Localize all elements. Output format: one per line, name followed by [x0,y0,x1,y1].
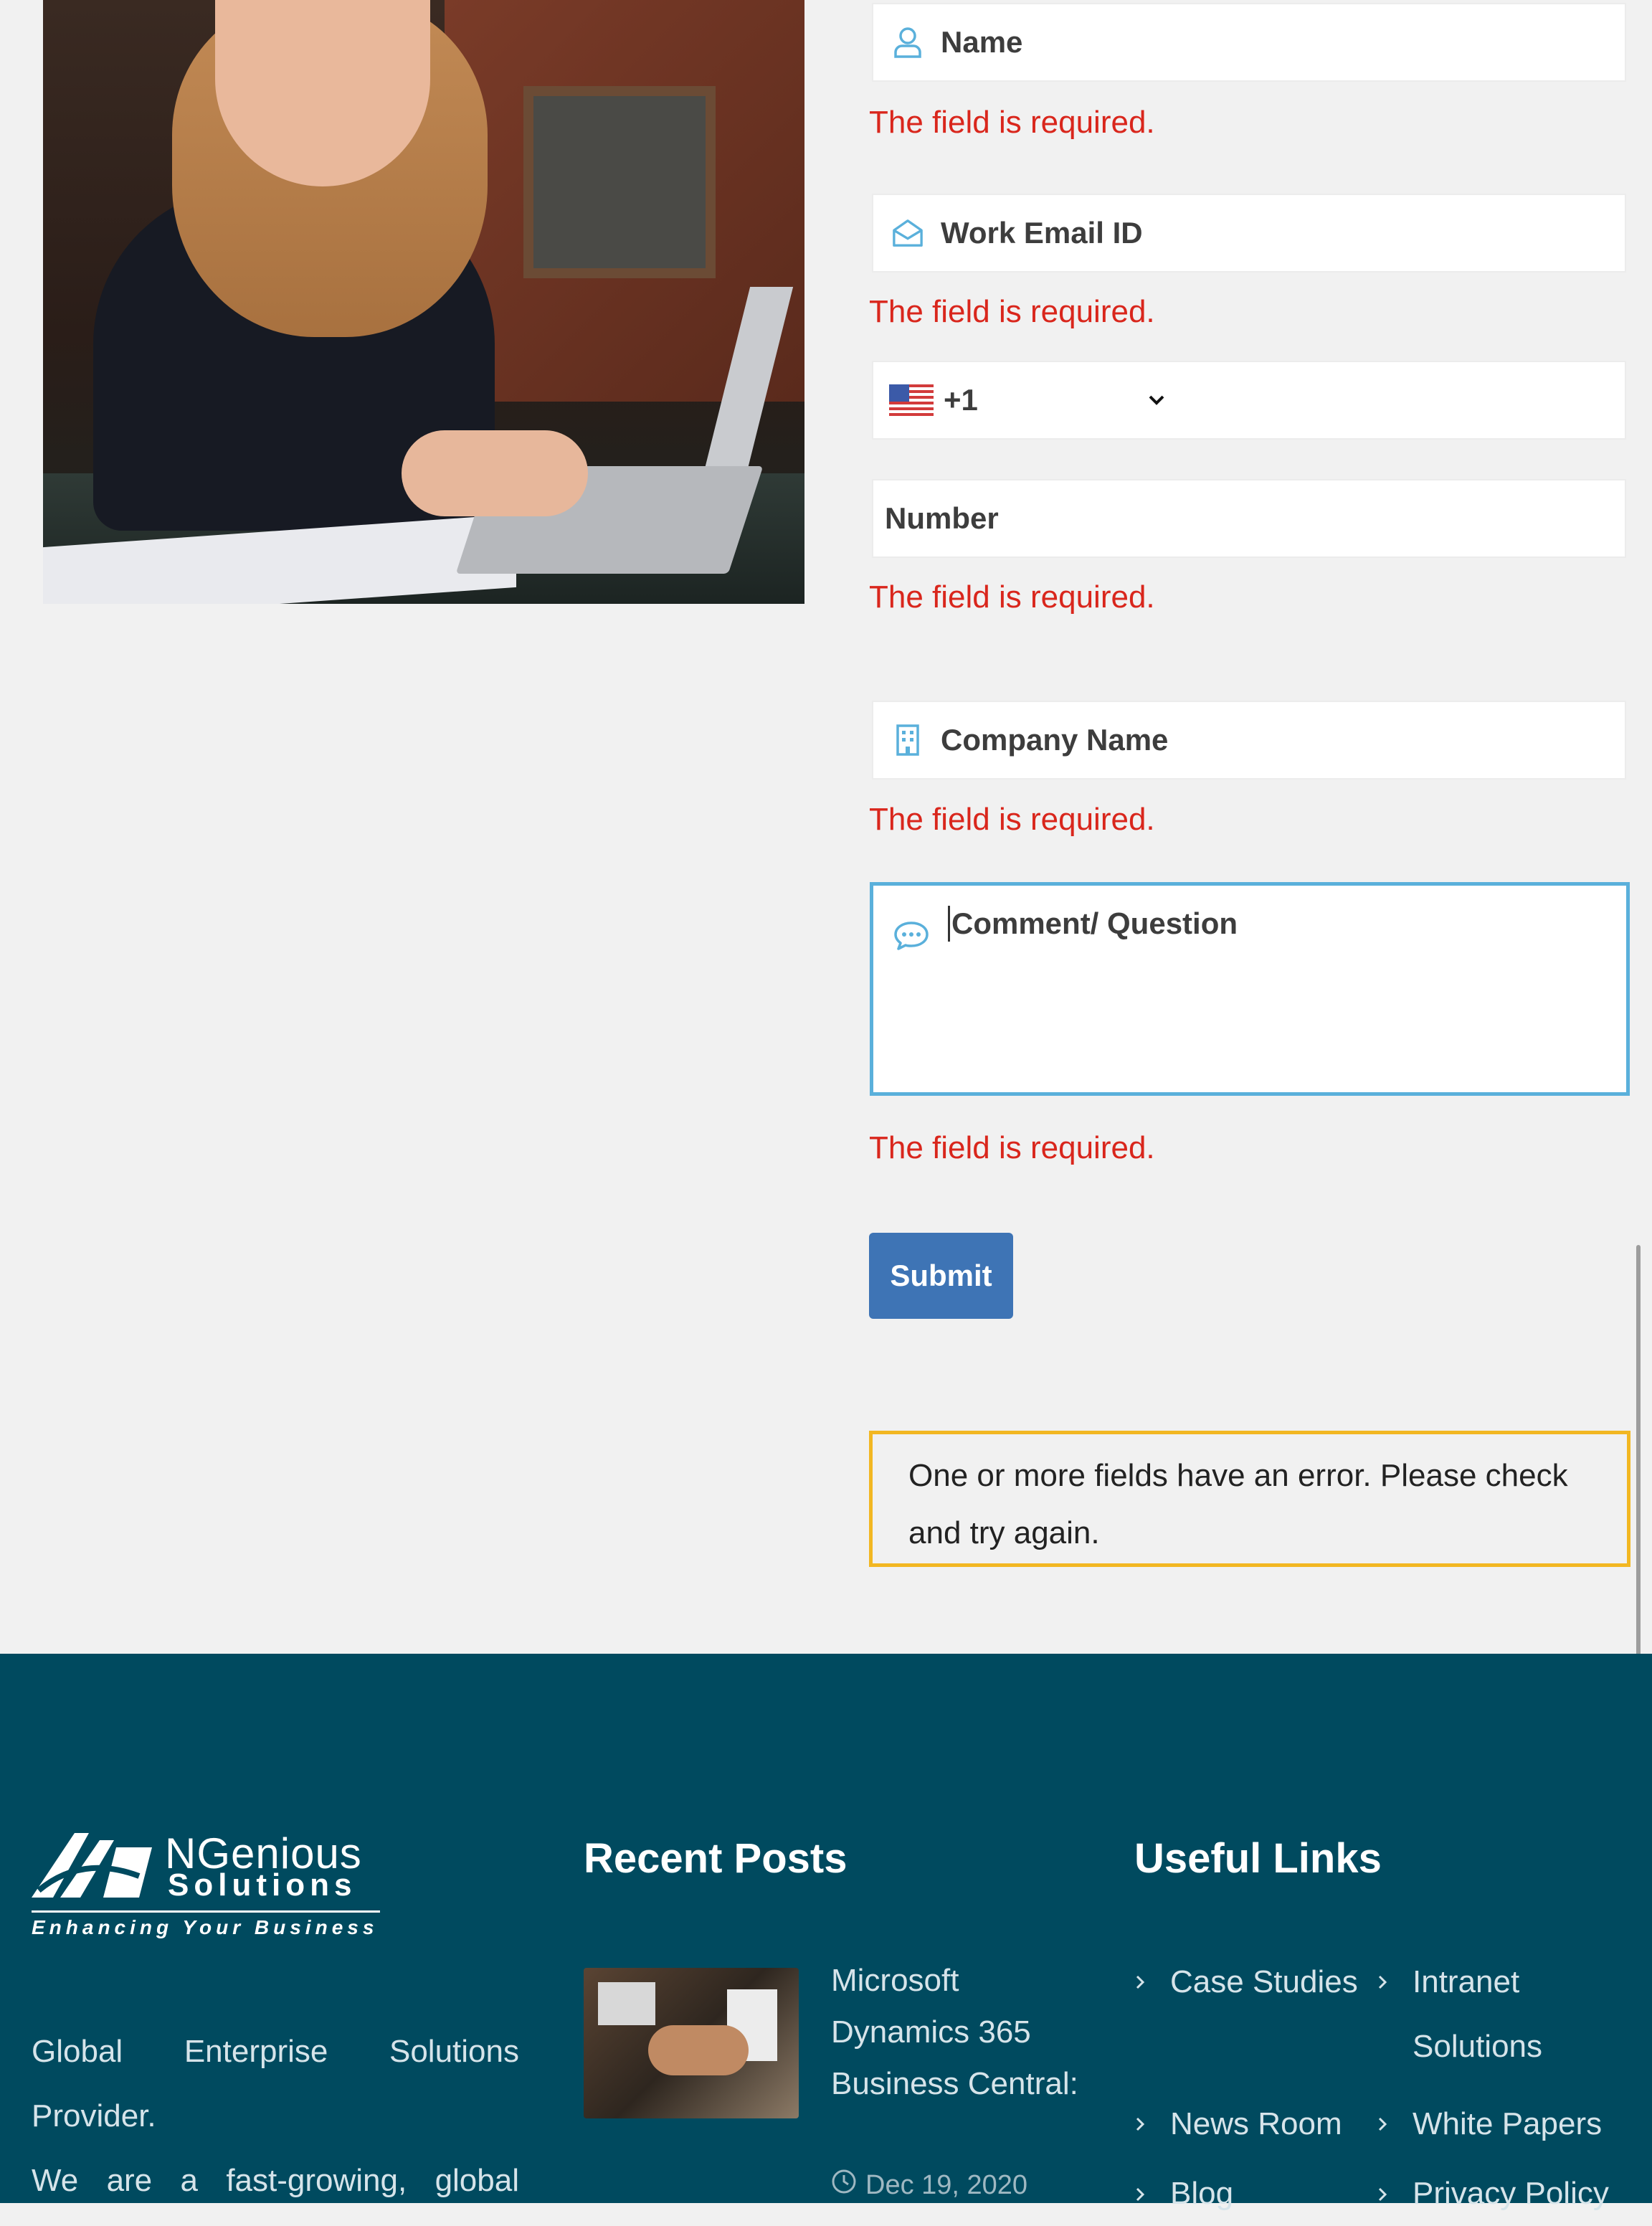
chat-bubble-icon [893,920,929,954]
name-field[interactable]: Name [872,3,1626,82]
post-thumbnail[interactable] [584,1968,799,2118]
link-case-studies[interactable]: Case Studies [1170,1950,1358,2014]
about-line: Provider. [32,2098,156,2133]
link-news-room[interactable]: News Room [1170,2092,1342,2156]
country-code-value: +1 [944,383,978,417]
about-word: a [180,2163,198,2198]
post-title-link[interactable]: Microsoft Dynamics 365 Business Central: [831,1955,1089,2110]
clock-icon [831,2169,857,2202]
email-error: The field is required. [869,294,1155,329]
building-icon [892,724,924,756]
chevron-right-icon [1127,2182,1153,2207]
about-word: fast-growing, [226,2163,407,2198]
user-icon [892,27,924,58]
envelope-open-icon [892,217,924,249]
about-word: global [435,2163,519,2198]
email-placeholder: Work Email ID [941,216,1143,250]
footer: NGenious Solutions Enhancing Your Busine… [0,1654,1652,2211]
about-word: We [32,2163,79,2198]
link-blog[interactable]: Blog [1170,2161,1233,2226]
chevron-right-icon [1369,2182,1395,2207]
name-error: The field is required. [869,105,1155,140]
logo-tagline: Enhancing Your Business [32,1916,379,1938]
company-logo[interactable]: NGenious Solutions Enhancing Your Busine… [32,1826,390,1948]
chevron-down-icon [1146,389,1167,415]
chevron-right-icon [1127,1969,1153,1995]
chevron-right-icon [1369,2111,1395,2137]
name-placeholder: Name [941,25,1023,59]
logo-brand-sub: Solutions [168,1867,357,1903]
about-word: are [106,2163,153,2198]
hero-photo [43,0,804,604]
email-field[interactable]: Work Email ID [872,194,1626,273]
number-placeholder: Number [885,501,999,535]
about-word: Enterprise [184,2034,328,2069]
us-flag-icon [889,384,934,416]
comment-textarea[interactable]: Comment/ Question [870,882,1630,1096]
about-word: Global [32,2034,123,2069]
number-error: The field is required. [869,579,1155,615]
country-code-select[interactable]: +1 [872,361,1626,440]
number-field[interactable]: Number [872,479,1626,558]
chevron-right-icon [1127,2111,1153,2137]
comment-placeholder: Comment/ Question [948,906,1238,942]
about-word: Solutions [389,2034,519,2069]
recent-posts-heading: Recent Posts [584,1835,848,1882]
submit-button[interactable]: Submit [869,1233,1013,1319]
useful-links-heading: Useful Links [1134,1835,1382,1882]
about-text: Global Enterprise Solutions Provider. We… [32,2019,519,2213]
company-field[interactable]: Company Name [872,701,1626,780]
post-date-text: Dec 19, 2020 [865,2169,1028,2200]
link-intranet-solutions[interactable]: Intranet Solutions [1413,1950,1599,2079]
comment-error: The field is required. [869,1130,1155,1165]
company-error: The field is required. [869,802,1155,837]
link-white-papers[interactable]: White Papers [1413,2092,1602,2156]
post-date: Dec 19, 2020 [831,2169,1027,2202]
form-error-alert: One or more fields have an error. Please… [869,1431,1630,1567]
link-privacy-policy[interactable]: Privacy Policy [1413,2161,1609,2226]
chevron-right-icon [1369,1969,1395,1995]
company-placeholder: Company Name [941,723,1169,757]
